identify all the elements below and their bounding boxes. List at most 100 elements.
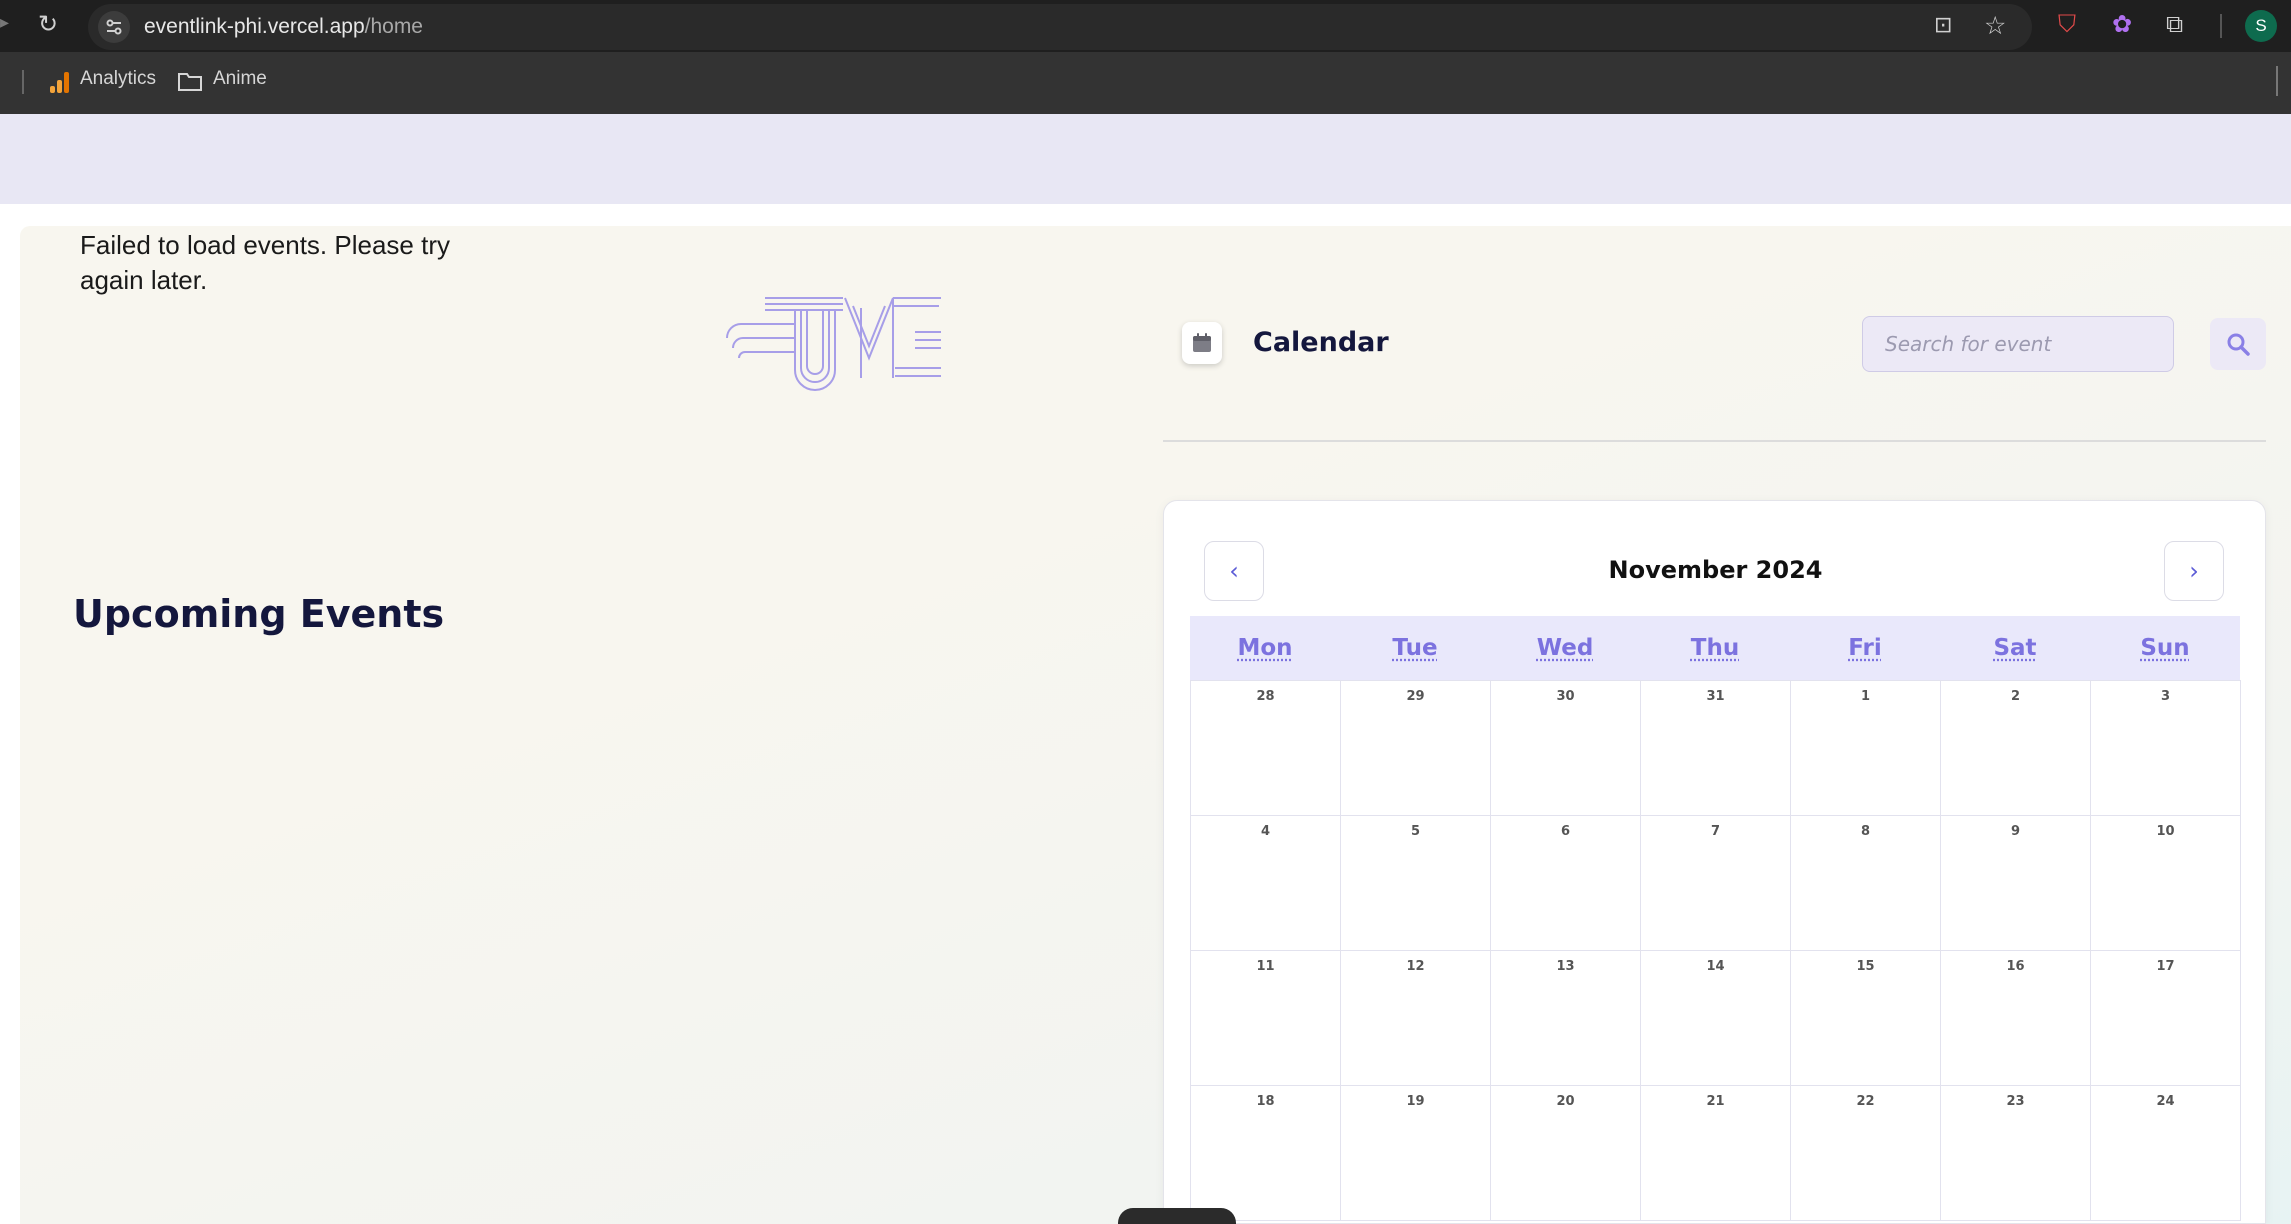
day-number: 28	[1191, 689, 1340, 704]
bookmark-anime[interactable]: Anime	[213, 68, 267, 90]
day-number: 30	[1491, 689, 1640, 704]
extension-brain-icon[interactable]: ✿	[2112, 12, 2132, 36]
bookmarks-separator	[22, 70, 24, 94]
weekday-thu: Thu	[1640, 616, 1790, 680]
calendar-heading: Calendar	[1253, 327, 1389, 358]
day-number: 6	[1491, 824, 1640, 839]
day-cell[interactable]: 13	[1490, 950, 1641, 1086]
day-number: 8	[1791, 824, 1940, 839]
floating-toast[interactable]	[1118, 1208, 1236, 1224]
day-cell[interactable]: 22	[1790, 1085, 1941, 1221]
next-month-button[interactable]: ›	[2164, 541, 2224, 601]
day-number: 15	[1791, 959, 1940, 974]
day-cell[interactable]: 8	[1790, 815, 1941, 951]
day-cell[interactable]: 4	[1190, 815, 1341, 951]
day-cell[interactable]: 15	[1790, 950, 1941, 1086]
day-number: 12	[1341, 959, 1490, 974]
app-header	[0, 114, 2291, 204]
brand-logo	[725, 292, 943, 404]
day-cell[interactable]: 9	[1940, 815, 2091, 951]
day-cell[interactable]: 31	[1640, 680, 1791, 816]
day-number: 3	[2091, 689, 2240, 704]
day-cell[interactable]: 2	[1940, 680, 2091, 816]
bookmarks-bar	[0, 52, 2291, 114]
weekday-fri: Fri	[1790, 616, 1940, 680]
day-number: 4	[1191, 824, 1340, 839]
day-cell[interactable]: 1	[1790, 680, 1941, 816]
day-number: 31	[1641, 689, 1790, 704]
day-cell[interactable]: 7	[1640, 815, 1791, 951]
day-cell[interactable]: 23	[1940, 1085, 2091, 1221]
bookmark-analytics[interactable]: Analytics	[80, 68, 156, 90]
day-cell[interactable]: 30	[1490, 680, 1641, 816]
month-label: November 2024	[1164, 556, 2266, 584]
toolbar-separator	[2220, 14, 2222, 38]
day-cell[interactable]: 18	[1190, 1085, 1341, 1221]
url-text: eventlink-phi.vercel.app/home	[144, 15, 423, 39]
extension-shield-icon[interactable]: ⛉	[2058, 12, 2076, 36]
day-number: 2	[1941, 689, 2090, 704]
day-number: 29	[1341, 689, 1490, 704]
install-app-icon[interactable]: ⊡	[1934, 15, 1952, 37]
day-number: 20	[1491, 1094, 1640, 1109]
day-number: 5	[1341, 824, 1490, 839]
day-cell[interactable]: 21	[1640, 1085, 1791, 1221]
bookmark-star-icon[interactable]: ☆	[1984, 13, 2006, 38]
header-divider	[1163, 440, 2266, 442]
day-cell[interactable]: 20	[1490, 1085, 1641, 1221]
browser-toolbar: ▸ ↻ eventlink-phi.vercel.app/home ⊡ ☆ ⛉ …	[0, 0, 2291, 52]
day-number: 17	[2091, 959, 2240, 974]
day-number: 23	[1941, 1094, 2090, 1109]
weekday-sun: Sun	[2090, 616, 2240, 680]
day-cell[interactable]: 3	[2090, 680, 2241, 816]
day-number: 13	[1491, 959, 1640, 974]
reload-icon[interactable]: ↻	[38, 12, 58, 36]
forward-icon[interactable]: ▸	[0, 14, 9, 32]
upcoming-events-heading: Upcoming Events	[73, 592, 444, 636]
event-search-input[interactable]	[1862, 316, 2174, 372]
weekday-mon: Mon	[1190, 616, 1340, 680]
day-cell[interactable]: 28	[1190, 680, 1341, 816]
day-cell[interactable]: 5	[1340, 815, 1491, 951]
day-number: 24	[2091, 1094, 2240, 1109]
search-button[interactable]	[2210, 318, 2266, 370]
day-cell[interactable]: 14	[1640, 950, 1791, 1086]
day-number: 22	[1791, 1094, 1940, 1109]
day-number: 21	[1641, 1094, 1790, 1109]
day-cell[interactable]: 19	[1340, 1085, 1491, 1221]
day-number: 7	[1641, 824, 1790, 839]
profile-avatar[interactable]: S	[2245, 10, 2277, 42]
day-number: 1	[1791, 689, 1940, 704]
day-number: 18	[1191, 1094, 1340, 1109]
calendar-toggle-button[interactable]	[1182, 322, 1222, 364]
folder-icon	[177, 70, 203, 92]
day-number: 19	[1341, 1094, 1490, 1109]
day-number: 16	[1941, 959, 2090, 974]
extensions-puzzle-icon[interactable]: ⧉	[2166, 12, 2183, 36]
day-cell[interactable]: 11	[1190, 950, 1341, 1086]
weekday-wed: Wed	[1490, 616, 1640, 680]
day-cell[interactable]: 29	[1340, 680, 1491, 816]
day-number: 10	[2091, 824, 2240, 839]
error-message: Failed to load events. Please try again …	[80, 228, 500, 298]
day-number: 9	[1941, 824, 2090, 839]
calendar-icon	[1191, 332, 1213, 354]
weekday-header: Mon Tue Wed Thu Fri Sat Sun	[1190, 616, 2240, 680]
site-info-icon[interactable]	[98, 11, 130, 43]
day-number: 14	[1641, 959, 1790, 974]
day-cell[interactable]: 16	[1940, 950, 2091, 1086]
calendar-grid: 28 29 30 31 1 2 3 4 5 6 7 8 9 10 11 12 1…	[1190, 680, 2240, 1220]
day-number: 11	[1191, 959, 1340, 974]
day-cell[interactable]: 24	[2090, 1085, 2241, 1221]
search-icon	[2226, 332, 2250, 356]
day-cell[interactable]: 17	[2090, 950, 2241, 1086]
calendar-card: ‹ November 2024 › Mon Tue Wed Thu Fri Sa…	[1163, 500, 2266, 1224]
day-cell[interactable]: 10	[2090, 815, 2241, 951]
address-bar[interactable]: eventlink-phi.vercel.app/home ⊡ ☆	[88, 4, 2032, 50]
bookmarks-edge-separator	[2276, 66, 2278, 96]
weekday-tue: Tue	[1340, 616, 1490, 680]
day-cell[interactable]: 6	[1490, 815, 1641, 951]
day-cell[interactable]: 12	[1340, 950, 1491, 1086]
weekday-sat: Sat	[1940, 616, 2090, 680]
analytics-icon	[48, 70, 70, 94]
